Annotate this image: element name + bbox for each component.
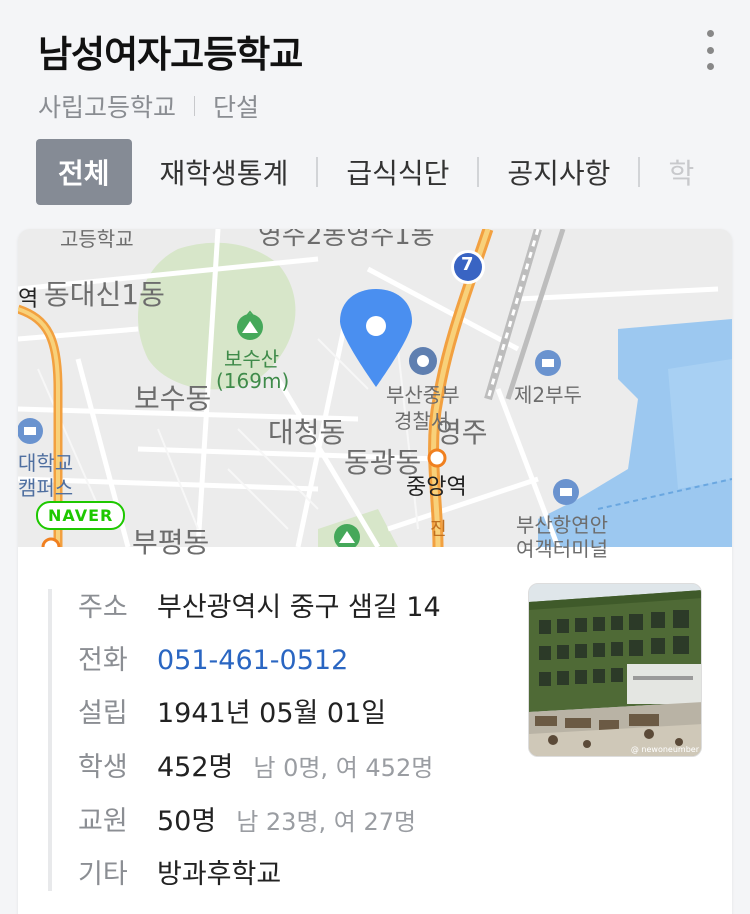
school-details: 주소 부산광역시 중구 샘길 14 전화 051-461-0512 설립 194… bbox=[18, 547, 732, 914]
school-header: 남성여자고등학교 사립고등학교 단설 전체 재학생통계 급식식단 공지사항 학 bbox=[0, 0, 750, 230]
more-options-icon[interactable] bbox=[700, 30, 720, 70]
map-label: 제2부두 bbox=[514, 383, 582, 407]
teachers-detail: 남 23명, 여 27명 bbox=[236, 808, 417, 836]
address-value[interactable]: 부산광역시 중구 샘길 14 bbox=[157, 585, 441, 624]
phone-row: 전화 051-461-0512 bbox=[78, 638, 348, 677]
students-row: 학생 452명 남 0명, 여 452명 bbox=[78, 745, 433, 784]
divider bbox=[194, 96, 196, 116]
map-label: 보수산 bbox=[224, 347, 280, 371]
school-photo[interactable]: @ newoneumber bbox=[528, 583, 702, 757]
map-label: 동대신1동 bbox=[44, 278, 165, 311]
map-label: 대청동 bbox=[268, 416, 346, 449]
tab-more[interactable]: 학 bbox=[640, 139, 722, 205]
other-row: 기타 방과후학교 bbox=[78, 852, 281, 891]
page-title: 남성여자고등학교 bbox=[38, 33, 303, 76]
school-info-card: 고등학교 영주2동영주1동 7 역 동대신1동 보수산 (169m) 보수동 부… bbox=[18, 229, 732, 914]
map-label: 보수동 bbox=[134, 382, 212, 415]
phone-link[interactable]: 051-461-0512 bbox=[157, 645, 348, 676]
students-label: 학생 bbox=[78, 752, 128, 783]
map-label: 고등학교 bbox=[60, 229, 134, 251]
map-label: 캠퍼스 bbox=[18, 476, 74, 500]
teachers-value: 50명 bbox=[157, 806, 217, 837]
address-row: 주소 부산광역시 중구 샘길 14 bbox=[78, 585, 441, 624]
school-type: 사립고등학교 bbox=[38, 93, 177, 122]
school-map[interactable]: 고등학교 영주2동영주1동 7 역 동대신1동 보수산 (169m) 보수동 부… bbox=[18, 229, 732, 561]
students-detail: 남 0명, 여 452명 bbox=[253, 754, 434, 782]
founded-row: 설립 1941년 05월 01일 bbox=[78, 691, 386, 730]
school-building-image: @ newoneumber bbox=[529, 584, 701, 756]
map-route-number: 7 bbox=[461, 254, 474, 275]
tab-notices[interactable]: 공지사항 bbox=[479, 139, 638, 205]
address-label: 주소 bbox=[78, 592, 128, 623]
map-label: 영주2동영주1동 bbox=[258, 229, 435, 251]
photo-watermark: @ newoneumber bbox=[631, 745, 700, 754]
students-value: 452명 bbox=[157, 752, 234, 783]
founded-label: 설립 bbox=[78, 698, 128, 729]
school-subtitle: 사립고등학교 단설 bbox=[38, 88, 259, 124]
tab-meal-menu[interactable]: 급식식단 bbox=[318, 139, 477, 205]
map-label: 부산중부 bbox=[386, 383, 460, 407]
school-gender: 단설 bbox=[213, 93, 260, 122]
other-label: 기타 bbox=[78, 859, 128, 890]
map-label: 영주 bbox=[436, 416, 488, 449]
tab-all[interactable]: 전체 bbox=[36, 139, 132, 205]
teachers-label: 교원 bbox=[78, 806, 128, 837]
tab-bar: 전체 재학생통계 급식식단 공지사항 학 bbox=[36, 139, 722, 205]
founded-value: 1941년 05월 01일 bbox=[157, 698, 387, 729]
tab-student-stats[interactable]: 재학생통계 bbox=[132, 139, 317, 205]
map-label: 진 bbox=[430, 519, 447, 540]
map-label: (169m) bbox=[216, 369, 290, 393]
divider bbox=[48, 589, 52, 891]
teachers-row: 교원 50명 남 23명, 여 27명 bbox=[78, 799, 416, 838]
other-value: 방과후학교 bbox=[157, 859, 282, 890]
map-label: 역 bbox=[18, 287, 39, 312]
phone-label: 전화 bbox=[78, 645, 128, 676]
naver-logo: NAVER bbox=[36, 501, 126, 530]
map-label: 중앙역 bbox=[406, 475, 467, 500]
